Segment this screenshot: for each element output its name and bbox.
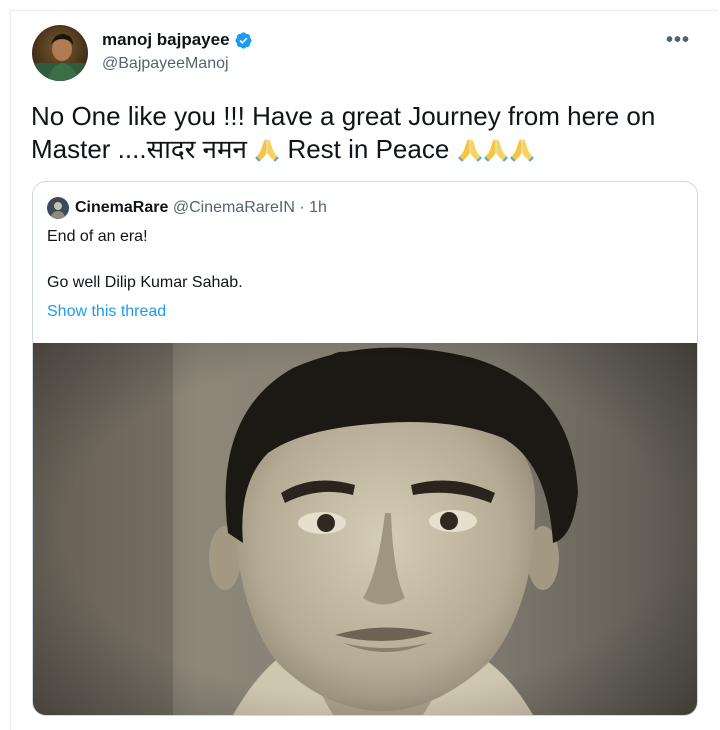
quoted-author-handle[interactable]: @CinemaRareIN [173, 199, 295, 216]
tweet-text-line2-mid: Rest in Peace [287, 134, 450, 164]
quoted-text-line2: Go well Dilip Kumar Sahab. [47, 274, 243, 291]
quoted-text-line1: End of an era! [47, 228, 148, 245]
tweet-text-line2-start: Master ....सादर नमन [31, 134, 247, 164]
quoted-timestamp[interactable]: 1h [309, 199, 327, 216]
quoted-author-avatar[interactable] [47, 197, 69, 219]
folded-hands-icon [254, 136, 280, 162]
folded-hands-icon [483, 136, 509, 162]
author-name[interactable]: manoj bajpayee [102, 30, 253, 50]
quoted-tweet[interactable]: CinemaRare @CinemaRareIN · 1h End of an … [32, 181, 698, 716]
quoted-header: CinemaRare @CinemaRareIN · 1h [75, 199, 327, 217]
quoted-photo[interactable] [33, 343, 697, 715]
tweet-text: No One like you !!! Have a great Journey… [31, 100, 681, 166]
more-options-button[interactable]: ••• [666, 29, 690, 52]
quoted-separator: · [299, 199, 305, 216]
quoted-author-name[interactable]: CinemaRare [75, 199, 168, 216]
tweet-text-line1: No One like you !!! Have a great Journey… [31, 101, 656, 131]
author-avatar[interactable] [32, 25, 88, 81]
verified-badge-icon [234, 31, 252, 49]
folded-hands-icon [509, 136, 535, 162]
show-thread-link[interactable]: Show this thread [47, 303, 166, 321]
folded-hands-icon [457, 136, 483, 162]
tweet-text-line2: Master ....सादर नमन Rest in Peace [31, 133, 681, 166]
author-handle[interactable]: @BajpayeeManoj [102, 55, 229, 73]
author-name-text[interactable]: manoj bajpayee [102, 30, 230, 50]
